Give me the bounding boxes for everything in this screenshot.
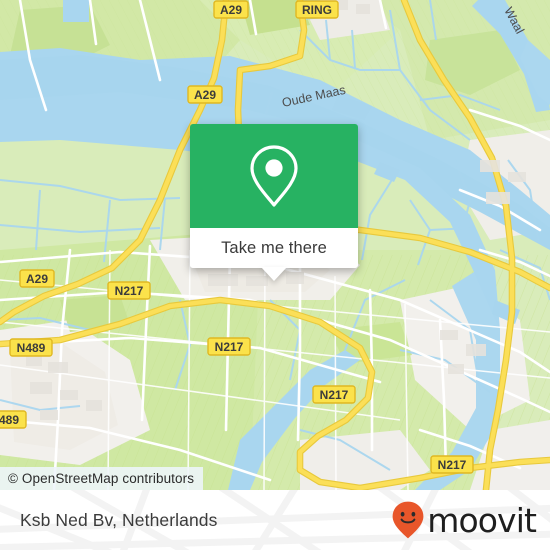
callout-icon-panel (190, 124, 358, 228)
road-shield: RING (295, 0, 339, 19)
road-shield: N217 (312, 385, 356, 404)
road-shield-label: A29 (220, 3, 242, 17)
road-shield-label: RING (302, 3, 332, 17)
location-callout-card[interactable]: Take me there (190, 124, 358, 281)
road-shield-label: A29 (26, 272, 48, 286)
road-shield-label: A29 (194, 88, 216, 102)
road-shield: N217 (107, 281, 151, 300)
callout-pointer-tail (261, 267, 287, 281)
road-shield-label: 489 (0, 413, 19, 427)
road-shield: N217 (430, 455, 474, 474)
road-shield: A29 (19, 269, 55, 288)
road-shield: 489 (0, 410, 27, 429)
road-shield-label: N217 (215, 340, 244, 354)
road-shield: A29 (187, 85, 223, 104)
moovit-wordmark: moovit (427, 500, 537, 540)
road-shield-label: N217 (438, 458, 467, 472)
road-shield-label: N489 (17, 341, 46, 355)
map-pin-icon (250, 145, 298, 207)
take-me-there-label: Take me there (221, 238, 327, 257)
osm-attribution: © OpenStreetMap contributors (0, 467, 204, 490)
road-shield-label: N217 (115, 284, 144, 298)
moovit-smiley-pin-icon (392, 501, 424, 539)
take-me-there-button[interactable]: Take me there (190, 228, 358, 281)
location-title: Ksb Ned Bv, Netherlands (20, 510, 218, 530)
road-shield-label: N217 (320, 388, 349, 402)
road-shield: N217 (207, 337, 251, 356)
road-shield: N489 (9, 338, 53, 357)
road-shield: A29 (213, 0, 249, 19)
moovit-brand[interactable]: moovit (391, 490, 537, 550)
moovit-location-card: A29 RING A29 A29 N217 N489 N217 N217 N217 489 Oud… (0, 0, 550, 550)
footer-bar: Ksb Ned Bv, Netherlands moovit (0, 490, 550, 550)
